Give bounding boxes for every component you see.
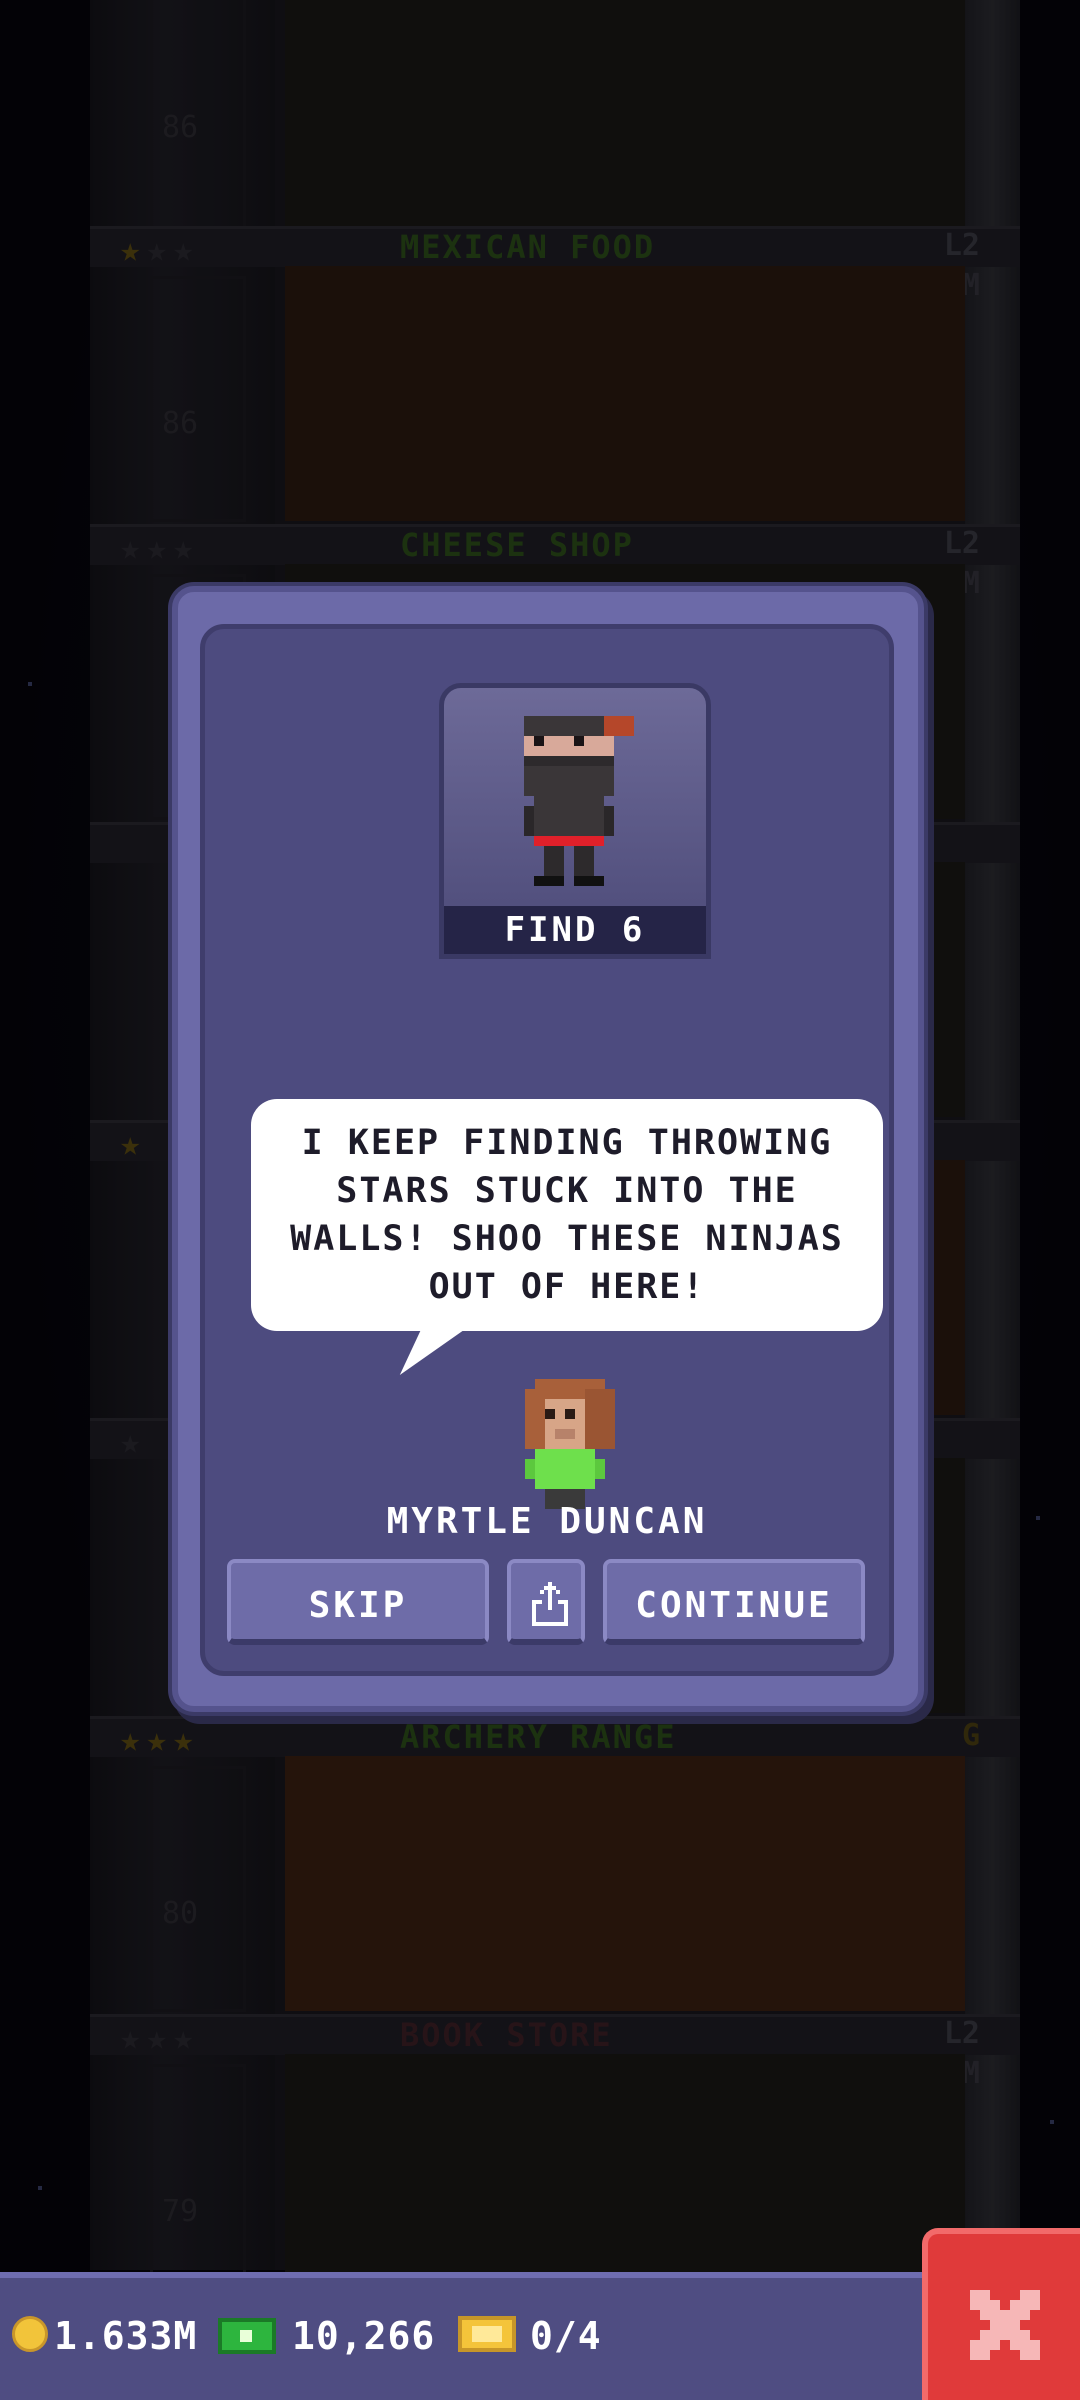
resident-name: MYRTLE DUNCAN: [386, 1501, 708, 1542]
bux-icon: [218, 2318, 276, 2354]
resource-bar: 1.633M 10,266 0/4: [0, 2272, 922, 2400]
share-icon: [532, 1582, 568, 1626]
mission-caption: FIND 6: [444, 906, 706, 954]
close-button[interactable]: [922, 2228, 1080, 2400]
speech-bubble-tail: [399, 1327, 469, 1375]
coins-value: 1.633M: [54, 2314, 198, 2358]
dialog-panel: FIND 6 I KEEP FINDING THROWING STARS STU…: [200, 624, 894, 1676]
mission-portrait: FIND 6: [439, 683, 711, 959]
mission-dialog: FIND 6 I KEEP FINDING THROWING STARS STU…: [172, 586, 924, 1712]
tickets-value: 0/4: [530, 2314, 602, 2358]
skip-button[interactable]: SKIP: [227, 1559, 489, 1645]
speech-text: I KEEP FINDING THROWING STARS STUCK INTO…: [290, 1123, 844, 1307]
close-icon: [970, 2290, 1040, 2360]
speech-bubble: I KEEP FINDING THROWING STARS STUCK INTO…: [251, 1099, 883, 1375]
ninja-icon: [524, 716, 634, 886]
ticket-icon: [458, 2316, 516, 2352]
game-screen: 86 ★★★ MEXICAN FOOD L2 4M 86 ★★★ CHEESE …: [0, 0, 1080, 2400]
share-button[interactable]: [507, 1559, 585, 1645]
continue-button[interactable]: CONTINUE: [603, 1559, 865, 1645]
resident-avatar: [525, 1379, 615, 1509]
coin-icon: [12, 2316, 48, 2352]
bux-value: 10,266: [292, 2314, 436, 2358]
